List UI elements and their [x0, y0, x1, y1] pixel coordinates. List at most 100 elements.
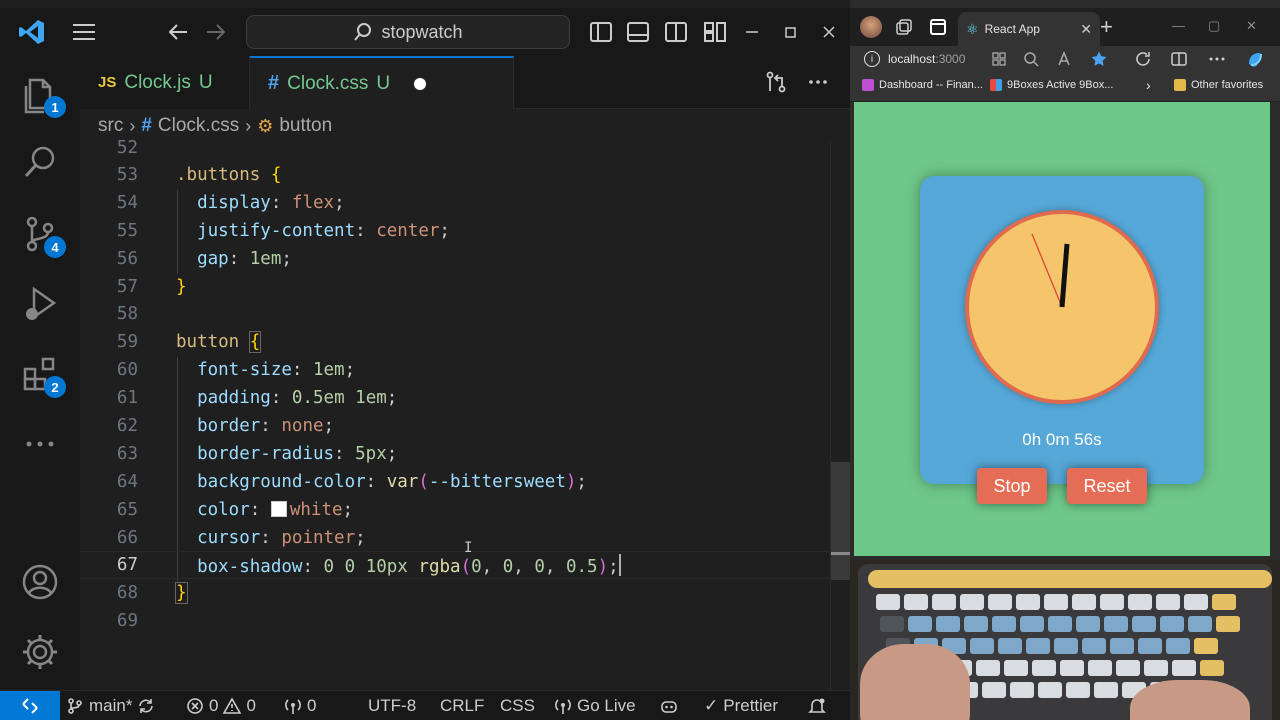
prettier-indicator[interactable]: ✓ Prettier [704, 691, 778, 720]
line-number: 57 [116, 277, 138, 297]
favorite-site-icon [862, 79, 874, 91]
explorer-button[interactable]: 1 [20, 74, 66, 118]
eol-indicator[interactable]: CRLF [440, 691, 484, 720]
info-icon[interactable]: i [864, 51, 880, 67]
run-debug-button[interactable] [20, 284, 60, 324]
ports-indicator[interactable]: 0 [284, 691, 316, 720]
code-text: font-size: 1em; [197, 360, 356, 380]
browser-tab-react-app[interactable]: ⚛ React App ✕ [958, 12, 1100, 46]
keyboard-key [1094, 682, 1118, 698]
toggle-secondary-sidebar-icon[interactable] [664, 20, 688, 44]
read-aloud-icon[interactable] [1056, 50, 1074, 68]
tab-actions-icon[interactable] [928, 17, 948, 37]
favorite-label: 9Boxes Active 9Box... [1007, 79, 1114, 91]
keyboard-key [1194, 638, 1218, 654]
error-count: 0 [209, 696, 219, 715]
menu-icon[interactable] [72, 20, 96, 44]
line-number: 53 [116, 165, 138, 185]
language-indicator[interactable]: CSS [500, 691, 535, 720]
reset-button[interactable]: Reset [1067, 468, 1147, 504]
hour-hand [1063, 243, 1069, 270]
line-number: 59 [116, 332, 138, 352]
account-icon [22, 564, 58, 600]
stop-button[interactable]: Stop [977, 468, 1047, 504]
source-control-button[interactable]: 4 [20, 214, 66, 258]
keyboard-key [1020, 616, 1044, 632]
favorite-star-icon[interactable] [1090, 50, 1108, 68]
color-swatch-icon[interactable] [270, 501, 287, 517]
go-live-text: Go Live [577, 696, 636, 715]
problems-indicator[interactable]: 0 0 [186, 691, 256, 720]
more-options-icon[interactable] [1208, 50, 1226, 68]
favorite-9boxes[interactable]: 9Boxes Active 9Box... [990, 79, 1113, 91]
close-tab-icon[interactable]: ✕ [1080, 21, 1092, 38]
keyboard-key [1072, 594, 1096, 610]
zoom-icon[interactable] [1022, 50, 1040, 68]
scrollbar-thumb[interactable] [831, 462, 851, 580]
keyboard-key [992, 616, 1016, 632]
command-center-search[interactable]: stopwatch [246, 15, 570, 49]
vscode-window: stopwatch 1 4 2 JS Clock.js U # Clock.cs… [0, 0, 851, 720]
broadcast-icon [555, 699, 571, 714]
back-arrow-icon[interactable] [166, 20, 190, 44]
editor-scrollbar[interactable] [830, 142, 851, 690]
browser-window: ⚛ React App ✕ + — ▢ ✕ i localhost:3000 D… [850, 0, 1280, 560]
encoding-indicator[interactable]: UTF-8 [368, 691, 416, 720]
go-live-button[interactable]: Go Live [554, 691, 636, 720]
manage-button[interactable] [20, 632, 60, 672]
search-view-button[interactable] [20, 142, 60, 182]
sync-icon[interactable] [137, 697, 155, 715]
keyboard-key [1032, 660, 1056, 676]
favorite-dashboard[interactable]: Dashboard -- Finan... [862, 79, 983, 91]
keyboard-key [1144, 660, 1168, 676]
code-line: 63 border-radius: 5px; [80, 440, 830, 468]
address-bar[interactable]: i localhost:3000 [864, 47, 1000, 71]
tab-clock-css[interactable]: # Clock.css U [250, 56, 514, 109]
command-center-text: stopwatch [381, 21, 463, 42]
close-icon[interactable]: ✕ [1246, 18, 1257, 34]
toggle-sidebar-icon[interactable] [589, 20, 613, 44]
clock-hands [1031, 233, 1070, 308]
tab-clock-js[interactable]: JS Clock.js U [80, 56, 250, 109]
copilot-indicator[interactable] [660, 691, 678, 720]
code-text: cursor: pointer; [197, 528, 366, 548]
toggle-panel-icon[interactable] [626, 20, 650, 44]
line-number: 56 [116, 249, 138, 269]
open-changes-icon[interactable] [764, 70, 788, 94]
status-bar: main* 0 0 0 UTF-8 CRLF CSS Go Live ✓ Pre… [0, 690, 850, 720]
js-file-icon: JS [98, 74, 117, 91]
keyboard-key [1104, 616, 1128, 632]
minimize-icon[interactable]: — [1172, 18, 1185, 33]
maximize-icon[interactable] [778, 20, 802, 44]
keyboard-key [1100, 594, 1124, 610]
profile-avatar[interactable] [860, 16, 882, 38]
accounts-button[interactable] [20, 562, 60, 602]
new-tab-icon[interactable]: + [1100, 14, 1113, 40]
close-icon[interactable] [817, 20, 841, 44]
code-editor[interactable]: 52 53 .buttons { 54 display: flex; 55 ju… [80, 138, 830, 690]
refresh-icon[interactable] [1134, 50, 1152, 68]
workspaces-icon[interactable] [894, 17, 914, 37]
favorite-other-folder[interactable]: Other favorites [1174, 79, 1263, 91]
forward-arrow-icon[interactable] [204, 20, 228, 44]
unsaved-dot-icon[interactable] [414, 77, 427, 90]
more-views-button[interactable] [20, 424, 60, 464]
more-actions-icon[interactable] [806, 70, 830, 94]
source-control-badge: 4 [44, 236, 66, 258]
address-host: localhost [888, 52, 936, 66]
line-number: 60 [116, 360, 138, 380]
extensions-button[interactable]: 2 [20, 354, 66, 398]
maximize-icon[interactable]: ▢ [1208, 18, 1220, 34]
apps-icon[interactable] [990, 50, 1008, 68]
remote-indicator[interactable] [0, 691, 60, 720]
minimize-icon[interactable] [740, 20, 764, 44]
copilot-icon[interactable] [1246, 50, 1264, 68]
customize-layout-icon[interactable] [703, 20, 727, 44]
split-screen-icon[interactable] [1170, 50, 1188, 68]
notifications-button[interactable] [808, 691, 826, 720]
branch-indicator[interactable]: main* [66, 691, 155, 720]
check-icon: ✓ [704, 696, 719, 715]
chevron-right-icon[interactable]: › [1146, 77, 1151, 93]
favorite-site-icon [990, 79, 1002, 91]
favorites-bar: Dashboard -- Finan... 9Boxes Active 9Box… [850, 72, 1280, 102]
